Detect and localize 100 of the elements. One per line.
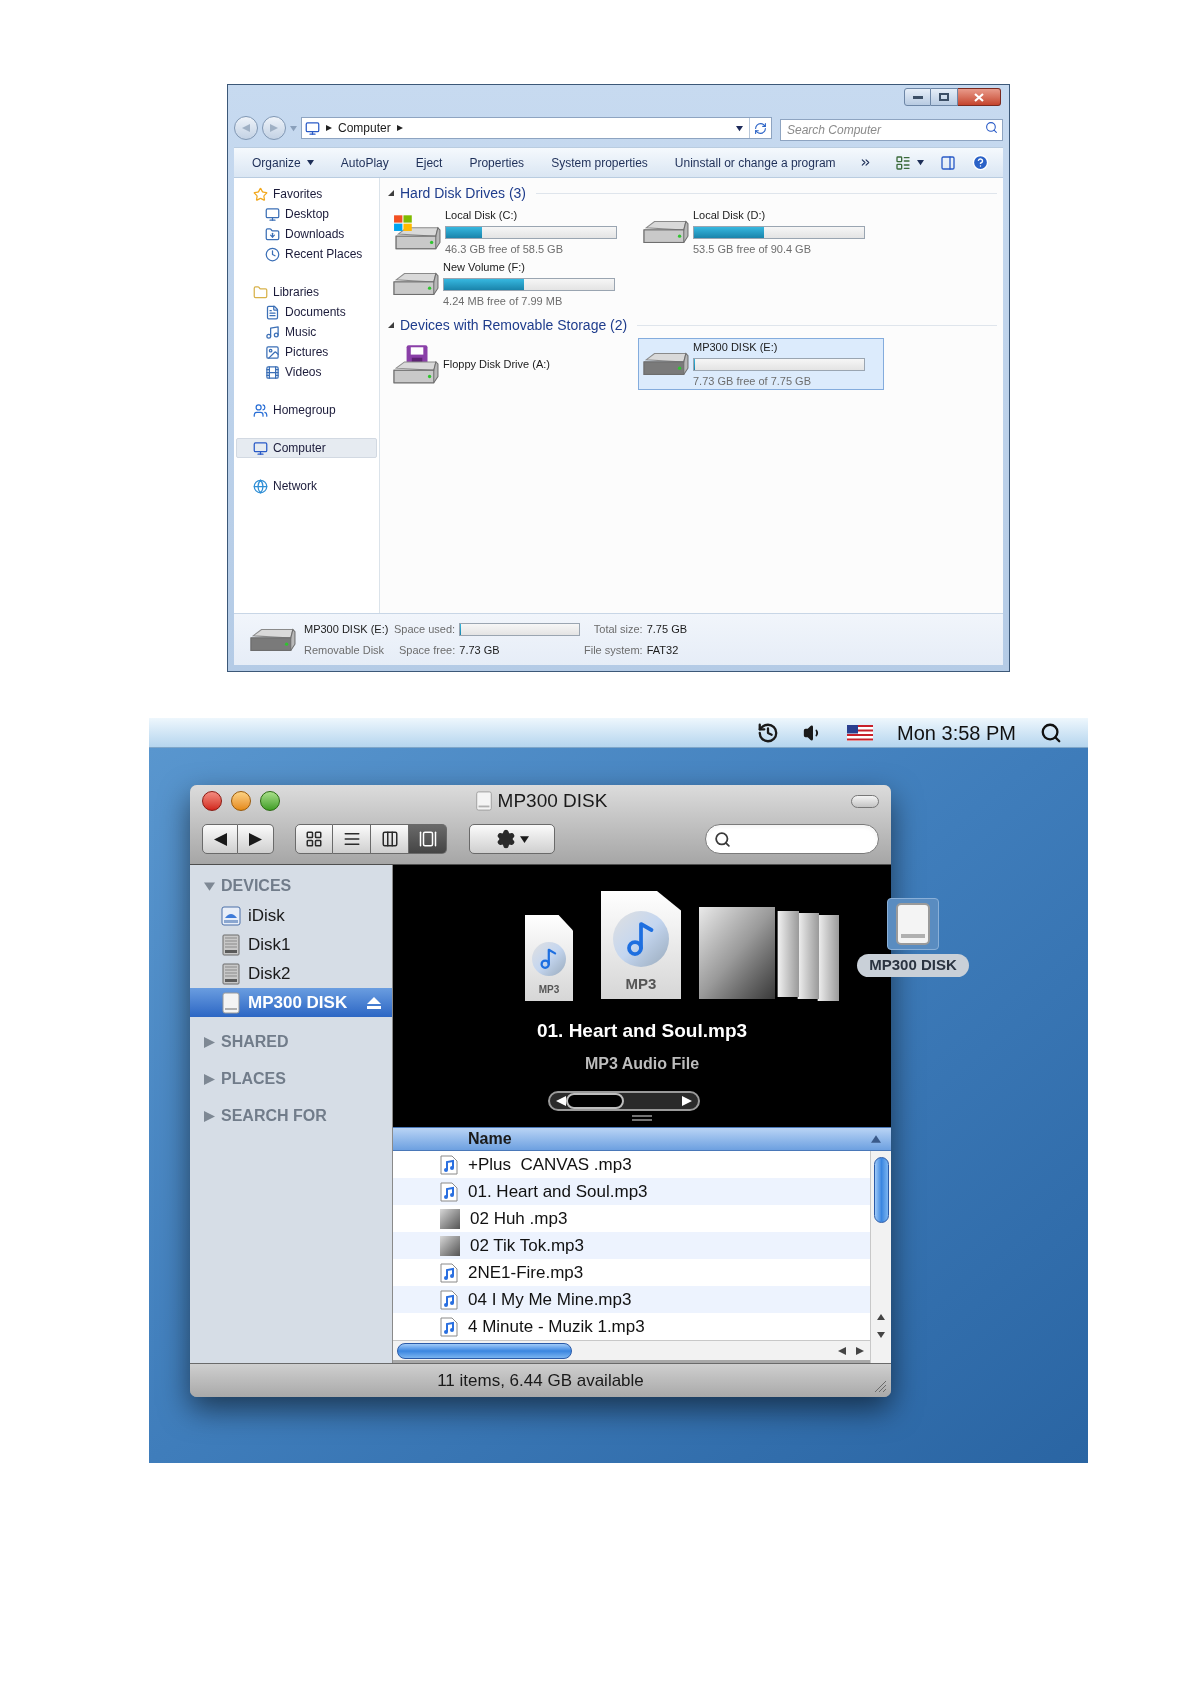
cover-flow-scrollbar[interactable] xyxy=(548,1091,700,1111)
horizontal-scrollbar[interactable] xyxy=(393,1340,870,1360)
drive-tile[interactable]: New Volume (F:) 4.24 MB free of 7.99 MB xyxy=(388,258,634,310)
address-bar[interactable]: Computer xyxy=(301,117,772,139)
sidebar-item[interactable]: Disk2 xyxy=(190,959,392,988)
scroll-thumb[interactable] xyxy=(566,1093,624,1109)
sidebar-item[interactable]: Network xyxy=(236,476,377,496)
help-button[interactable] xyxy=(972,154,989,171)
toolbar-button[interactable]: AutoPlay xyxy=(332,151,397,174)
sidebar-item[interactable]: Computer xyxy=(236,438,377,458)
view-button[interactable] xyxy=(333,824,371,854)
sidebar-item[interactable]: Favorites xyxy=(236,184,377,204)
globe-icon xyxy=(253,478,268,494)
sidebar-item[interactable]: Downloads xyxy=(236,224,377,244)
drive-icon[interactable] xyxy=(887,898,939,950)
scroll-right-icon xyxy=(856,1346,864,1355)
scroll-down-icon xyxy=(877,1331,885,1339)
dropdown-caret-icon xyxy=(736,124,743,132)
sidebar-item[interactable]: Videos xyxy=(236,362,377,382)
scroll-thumb[interactable] xyxy=(397,1342,572,1359)
external-drive-icon xyxy=(220,991,242,1014)
file-row[interactable]: 04 I My Me Mine.mp3 xyxy=(393,1286,870,1313)
desktop-icon-label[interactable]: MP300 DISK xyxy=(857,954,969,977)
film-icon xyxy=(265,364,280,380)
back-button[interactable] xyxy=(202,824,238,854)
file-name: 02 Tik Tok.mp3 xyxy=(470,1234,585,1257)
hard-drive-icon xyxy=(643,352,689,376)
search-field[interactable] xyxy=(705,824,879,854)
sidebar-item[interactable]: Documents xyxy=(236,302,377,322)
toolbar-button[interactable]: Organize xyxy=(244,151,322,174)
toolbar-button[interactable]: Uninstall or change a program xyxy=(666,151,844,174)
action-menu-button[interactable] xyxy=(469,824,555,854)
file-row[interactable]: 2NE1-Fire.mp3 xyxy=(393,1259,870,1286)
sidebar-item[interactable]: Music xyxy=(236,322,377,342)
file-row[interactable]: 4 Minute - Muzik 1.mp3 xyxy=(393,1313,870,1340)
maximize-button[interactable] xyxy=(931,88,958,106)
file-row[interactable]: 01. Heart and Soul.mp3 xyxy=(393,1178,870,1205)
search-field[interactable]: Search Computer xyxy=(780,119,1003,141)
field-value: FAT32 xyxy=(646,642,680,658)
sidebar-item[interactable]: Pictures xyxy=(236,342,377,362)
vertical-scrollbar[interactable] xyxy=(870,1151,891,1363)
sidebar-heading: SHARED xyxy=(221,1032,289,1052)
flag-icon[interactable] xyxy=(847,724,874,741)
audio-file-icon xyxy=(440,1262,458,1283)
minimize-button[interactable] xyxy=(231,791,251,811)
picture-icon xyxy=(265,344,280,360)
status-text: 11 items, 6.44 GB available xyxy=(437,1369,644,1392)
sidebar-item[interactable]: MP300 DISK xyxy=(190,988,392,1017)
gear-icon xyxy=(495,829,516,849)
view-button[interactable] xyxy=(371,824,409,854)
scroll-thumb[interactable] xyxy=(873,1157,889,1223)
external-drive-icon xyxy=(473,790,494,812)
close-button[interactable] xyxy=(958,88,1001,106)
idisk-icon xyxy=(220,904,242,927)
forward-button[interactable] xyxy=(238,824,274,854)
forward-arrow-icon xyxy=(270,124,278,132)
breadcrumb[interactable]: Computer xyxy=(338,119,391,137)
close-button[interactable] xyxy=(202,791,222,811)
file-row[interactable]: 02 Huh .mp3 xyxy=(393,1205,870,1232)
minimize-button[interactable] xyxy=(904,88,931,106)
view-button[interactable] xyxy=(295,824,333,854)
toolbar-button[interactable]: Properties xyxy=(461,151,533,174)
spotlight-search-icon[interactable] xyxy=(1040,721,1062,744)
audio-document-drawing: MP3 xyxy=(525,915,573,1001)
column-header[interactable]: Name xyxy=(393,1127,891,1151)
sidebar-item[interactable]: Disk1 xyxy=(190,930,392,959)
file-name: 4 Minute - Muzik 1.mp3 xyxy=(468,1315,645,1338)
drive-tile[interactable]: Local Disk (C:) 46.3 GB free of 58.5 GB xyxy=(388,206,634,258)
sidebar-item[interactable]: Recent Places xyxy=(236,244,377,264)
toolbar-button[interactable]: System properties xyxy=(543,151,656,174)
breadcrumb-arrow-icon xyxy=(326,125,332,131)
drive-tile[interactable]: Floppy Disk Drive (A:) xyxy=(388,338,634,390)
sidebar-item[interactable]: Homegroup xyxy=(236,400,377,420)
resize-grip-icon[interactable] xyxy=(632,1115,652,1121)
view-button[interactable] xyxy=(409,824,447,854)
drive-type: Removable Disk xyxy=(304,642,386,658)
drive-tile[interactable]: MP300 DISK (E:) 7.73 GB free of 7.75 GB xyxy=(638,338,884,390)
preview-pane-button[interactable] xyxy=(940,154,956,171)
people-icon xyxy=(253,402,268,418)
field-label: Space free: xyxy=(399,642,456,658)
field-label: Space used: xyxy=(394,622,456,637)
sidebar-heading: PLACES xyxy=(221,1069,286,1089)
sidebar-item[interactable]: Desktop xyxy=(236,204,377,224)
toolbar-button[interactable]: Eject xyxy=(407,151,451,174)
time-machine-icon[interactable] xyxy=(757,721,780,744)
resize-grip-icon[interactable] xyxy=(873,1379,887,1393)
view-options-button[interactable] xyxy=(895,154,924,171)
sidebar-item[interactable]: Libraries xyxy=(236,282,377,302)
file-row[interactable]: +Plus CANVAS .mp3 xyxy=(393,1151,870,1178)
zoom-button[interactable] xyxy=(260,791,280,811)
cover-title: 01. Heart and Soul.mp3 xyxy=(536,1019,748,1043)
sidebar-item[interactable]: iDisk xyxy=(190,901,392,930)
drive-tile[interactable]: Local Disk (D:) 53.5 GB free of 90.4 GB xyxy=(638,206,884,258)
toolbar-toggle-button[interactable] xyxy=(851,794,879,808)
music-note-icon xyxy=(265,324,280,340)
sort-arrow-icon xyxy=(871,1134,881,1144)
close-icon xyxy=(974,92,984,102)
file-row[interactable]: 02 Tik Tok.mp3 xyxy=(393,1232,870,1259)
eject-icon[interactable] xyxy=(366,995,382,1010)
menu-bar-clock[interactable]: Mon 3:58 PM xyxy=(897,718,1016,748)
